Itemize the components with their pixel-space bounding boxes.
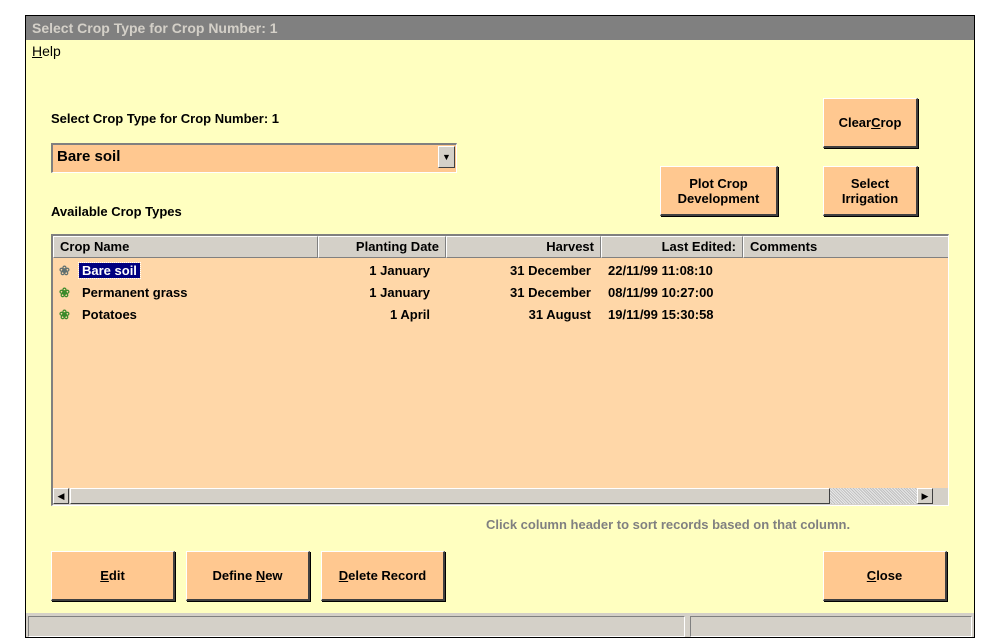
column-planting-date[interactable]: Planting Date (318, 236, 446, 258)
edit-button[interactable]: Edit (51, 551, 175, 601)
title-bar: Select Crop Type for Crop Number: 1 (26, 16, 974, 40)
plant-icon: ❀ (59, 307, 70, 322)
crop-name-cell: Potatoes (82, 307, 137, 322)
chevron-down-icon[interactable]: ▼ (438, 146, 455, 168)
crop-name-cell: Bare soil (78, 262, 141, 279)
crop-type-value: Bare soil (57, 148, 121, 165)
define-new-button[interactable]: Define New (186, 551, 310, 601)
plant-icon: ❀ (59, 285, 70, 300)
horizontal-scrollbar[interactable]: ◀ ▶ (53, 488, 948, 505)
select-crop-label: Select Crop Type for Crop Number: 1 (51, 111, 280, 126)
last-edited-cell: 19/11/99 15:30:58 (608, 307, 714, 322)
arrow-left-icon[interactable]: ◀ (53, 488, 69, 504)
clear-crop-button[interactable]: Clear Crop (823, 98, 918, 148)
arrow-right-icon[interactable]: ▶ (917, 488, 933, 504)
close-button[interactable]: Close (823, 551, 947, 601)
harvest-cell: 31 December (510, 263, 591, 278)
column-comments[interactable]: Comments (743, 236, 948, 258)
planting-cell: 1 January (369, 285, 430, 300)
select-irrigation-button[interactable]: Select Irrigation (823, 166, 918, 216)
column-harvest[interactable]: Harvest (446, 236, 601, 258)
status-bar (26, 613, 974, 637)
planting-cell: 1 April (390, 307, 430, 322)
plot-crop-development-button[interactable]: Plot Crop Development (660, 166, 778, 216)
menu-help[interactable]: Help (32, 43, 61, 59)
column-crop-name[interactable]: Crop Name (53, 236, 318, 258)
scroll-track[interactable] (830, 488, 917, 504)
scroll-thumb[interactable] (70, 488, 830, 504)
plant-icon: ❀ (59, 263, 70, 278)
delete-record-button[interactable]: Delete Record (321, 551, 445, 601)
sort-hint: Click column header to sort records base… (486, 517, 851, 532)
column-last-edited[interactable]: Last Edited: (601, 236, 743, 258)
table-row[interactable]: ❀ Bare soil 1 January 31 December 22/11/… (53, 260, 948, 282)
last-edited-cell: 22/11/99 11:08:10 (608, 263, 713, 278)
harvest-cell: 31 December (510, 285, 591, 300)
available-crop-types-label: Available Crop Types (51, 204, 182, 219)
crop-type-window: Select Crop Type for Crop Number: 1 Help… (25, 15, 975, 638)
status-pane-main (28, 616, 685, 637)
status-pane-secondary (690, 616, 972, 637)
planting-cell: 1 January (369, 263, 430, 278)
harvest-cell: 31 August (528, 307, 591, 322)
crop-types-grid: Crop Name Planting Date Harvest Last Edi… (51, 234, 949, 506)
last-edited-cell: 08/11/99 10:27:00 (608, 285, 714, 300)
table-row[interactable]: ❀ Potatoes 1 April 31 August 19/11/99 15… (53, 304, 948, 326)
table-row[interactable]: ❀ Permanent grass 1 January 31 December … (53, 282, 948, 304)
crop-name-cell: Permanent grass (82, 285, 188, 300)
crop-type-dropdown[interactable]: Bare soil ▼ (51, 143, 457, 173)
menu-bar: Help (26, 40, 974, 62)
